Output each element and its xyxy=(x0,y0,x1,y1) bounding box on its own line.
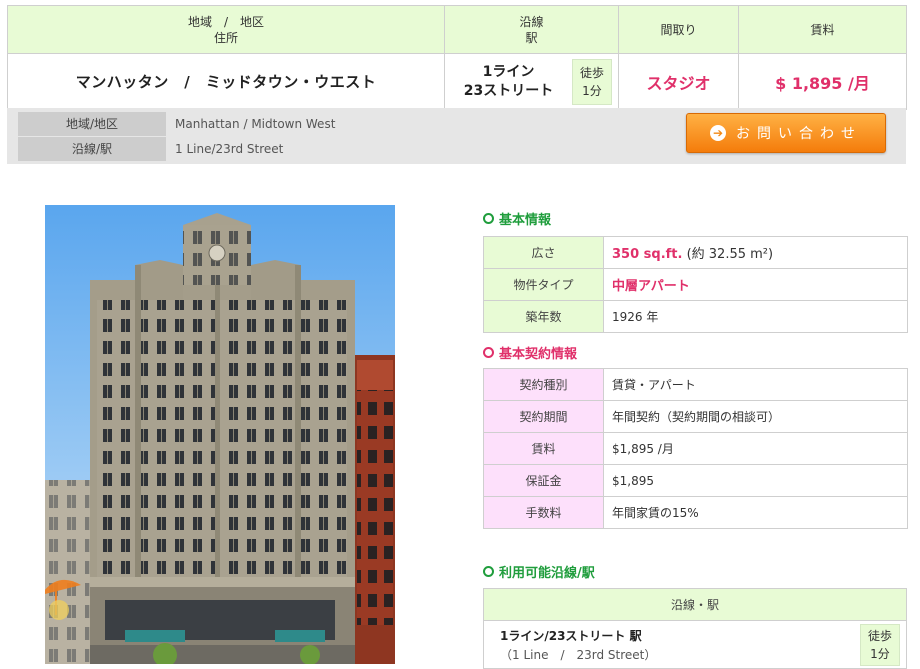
circle-bullet-icon xyxy=(483,347,494,358)
header-line: 沿線 駅 xyxy=(444,5,619,54)
building-image xyxy=(45,205,395,664)
table-row: 手数料 年間家賃の15% xyxy=(483,496,908,529)
arrow-right-icon: ➔ xyxy=(710,125,726,141)
contact-button[interactable]: ➔ お問い合わせ xyxy=(686,113,886,153)
summary-table: 地域 / 地区 住所 沿線 駅 間取り 賃料 マンハッタン / ミッドタウン・ウ… xyxy=(7,5,907,110)
table-row: 保証金 $1,895 xyxy=(483,464,908,497)
subbar-area-value: Manhattan / Midtown West xyxy=(175,117,336,131)
basic-info-table: 広さ 350 sq.ft. (約 32.55 m²) 物件タイプ 中層アパート … xyxy=(483,236,908,333)
line-value: 1ライン 23ストリート 徒歩 1分 xyxy=(444,53,619,110)
walk-badge: 徒歩 1分 xyxy=(572,58,612,105)
header-area: 地域 / 地区 住所 xyxy=(7,5,445,54)
station-sub: （1 Line / 23rd Street） xyxy=(500,647,657,662)
subbar-line-label: 沿線/駅 xyxy=(18,137,166,161)
table-row: 1ライン/23ストリート 駅 （1 Line / 23rd Street） 徒歩… xyxy=(483,620,907,669)
stations-header: 沿線・駅 xyxy=(483,588,907,621)
table-row: 物件タイプ 中層アパート xyxy=(483,268,908,301)
station-name: 1ライン/23ストリート 駅 xyxy=(500,628,642,643)
table-row: 広さ 350 sq.ft. (約 32.55 m²) xyxy=(483,236,908,269)
header-rent: 賃料 xyxy=(738,5,907,54)
table-row: 築年数 1926 年 xyxy=(483,300,908,333)
rent-value: $ 1,895 /月 xyxy=(738,53,907,110)
area-value: マンハッタン / ミッドタウン・ウエスト xyxy=(7,53,445,110)
circle-bullet-icon xyxy=(483,566,494,577)
property-photo xyxy=(45,205,395,664)
basic-info-title: 基本情報 xyxy=(483,209,551,228)
table-row: 契約期間 年間契約（契約期間の相談可） xyxy=(483,400,908,433)
header-layout: 間取り xyxy=(618,5,739,54)
subbar-area-label: 地域/地区 xyxy=(18,112,166,136)
table-row: 契約種別 賃貸・アパート xyxy=(483,368,908,401)
contract-info-title: 基本契約情報 xyxy=(483,343,577,362)
layout-value: スタジオ xyxy=(618,53,739,110)
contract-info-table: 契約種別 賃貸・アパート 契約期間 年間契約（契約期間の相談可） 賃料 $1,895 … xyxy=(483,368,908,529)
walk-badge: 徒歩 1分 xyxy=(860,623,900,666)
table-row: 賃料 $1,895 /月 xyxy=(483,432,908,465)
subbar-line-value: 1 Line/23rd Street xyxy=(175,142,284,156)
stations-table: 沿線・駅 1ライン/23ストリート 駅 （1 Line / 23rd Stree… xyxy=(483,588,907,669)
stations-title: 利用可能沿線/駅 xyxy=(483,562,595,581)
circle-bullet-icon xyxy=(483,213,494,224)
